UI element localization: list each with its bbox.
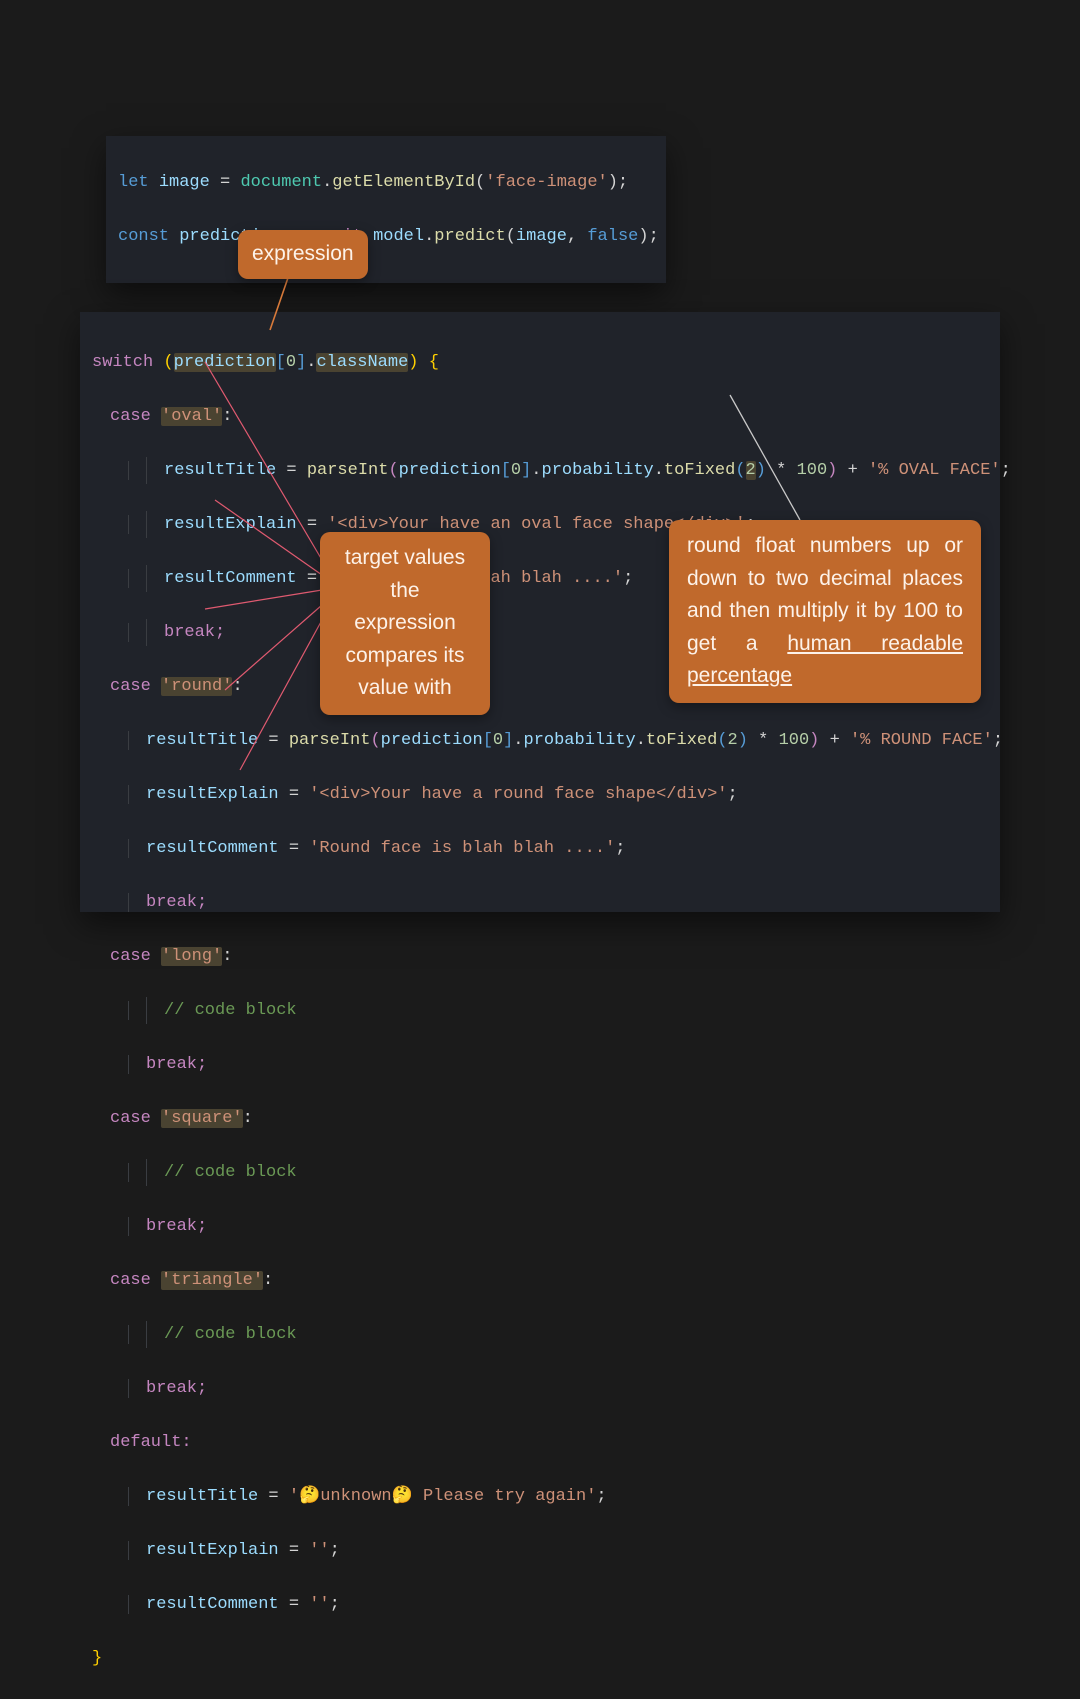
code-line: case 'square': (92, 1105, 988, 1132)
code-line: break; (92, 1213, 988, 1240)
code-line: default: (92, 1429, 988, 1456)
code-line: resultComment = 'Round face is blah blah… (92, 835, 988, 862)
code-line: resultComment = ''; (92, 1591, 988, 1618)
code-line: break; (92, 1375, 988, 1402)
code-line: break; (92, 1051, 988, 1078)
code-line: case 'long': (92, 943, 988, 970)
code-line: resultExplain = ''; (92, 1537, 988, 1564)
code-line: case 'triangle': (92, 1267, 988, 1294)
code-line: // code block (92, 1159, 988, 1186)
code-line: switch (prediction[0].className) { (92, 349, 988, 376)
code-line: resultTitle = parseInt(prediction[0].pro… (92, 457, 988, 484)
annotation-target-values: target values the expression compares it… (320, 532, 490, 715)
annotation-expression: expression (238, 230, 368, 279)
code-line: case 'oval': (92, 403, 988, 430)
code-snippet-top: let image = document.getElementById('fac… (106, 136, 666, 283)
annotation-text: expression (252, 242, 354, 265)
code-line: let image = document.getElementById('fac… (118, 169, 654, 196)
code-line: resultExplain = '<div>Your have a round … (92, 781, 988, 808)
annotation-text: target values the expression compares it… (345, 546, 465, 699)
code-line: break; (92, 889, 988, 916)
annotation-round-float: round float numbers up or down to two de… (669, 520, 981, 703)
code-line: resultTitle = parseInt(prediction[0].pro… (92, 727, 988, 754)
code-line: } (92, 1645, 988, 1672)
code-line: const prediction = await model.predict(i… (118, 223, 654, 250)
code-line: // code block (92, 997, 988, 1024)
code-line: resultTitle = '🤔unknown🤔 Please try agai… (92, 1483, 988, 1510)
code-line: // code block (92, 1321, 988, 1348)
